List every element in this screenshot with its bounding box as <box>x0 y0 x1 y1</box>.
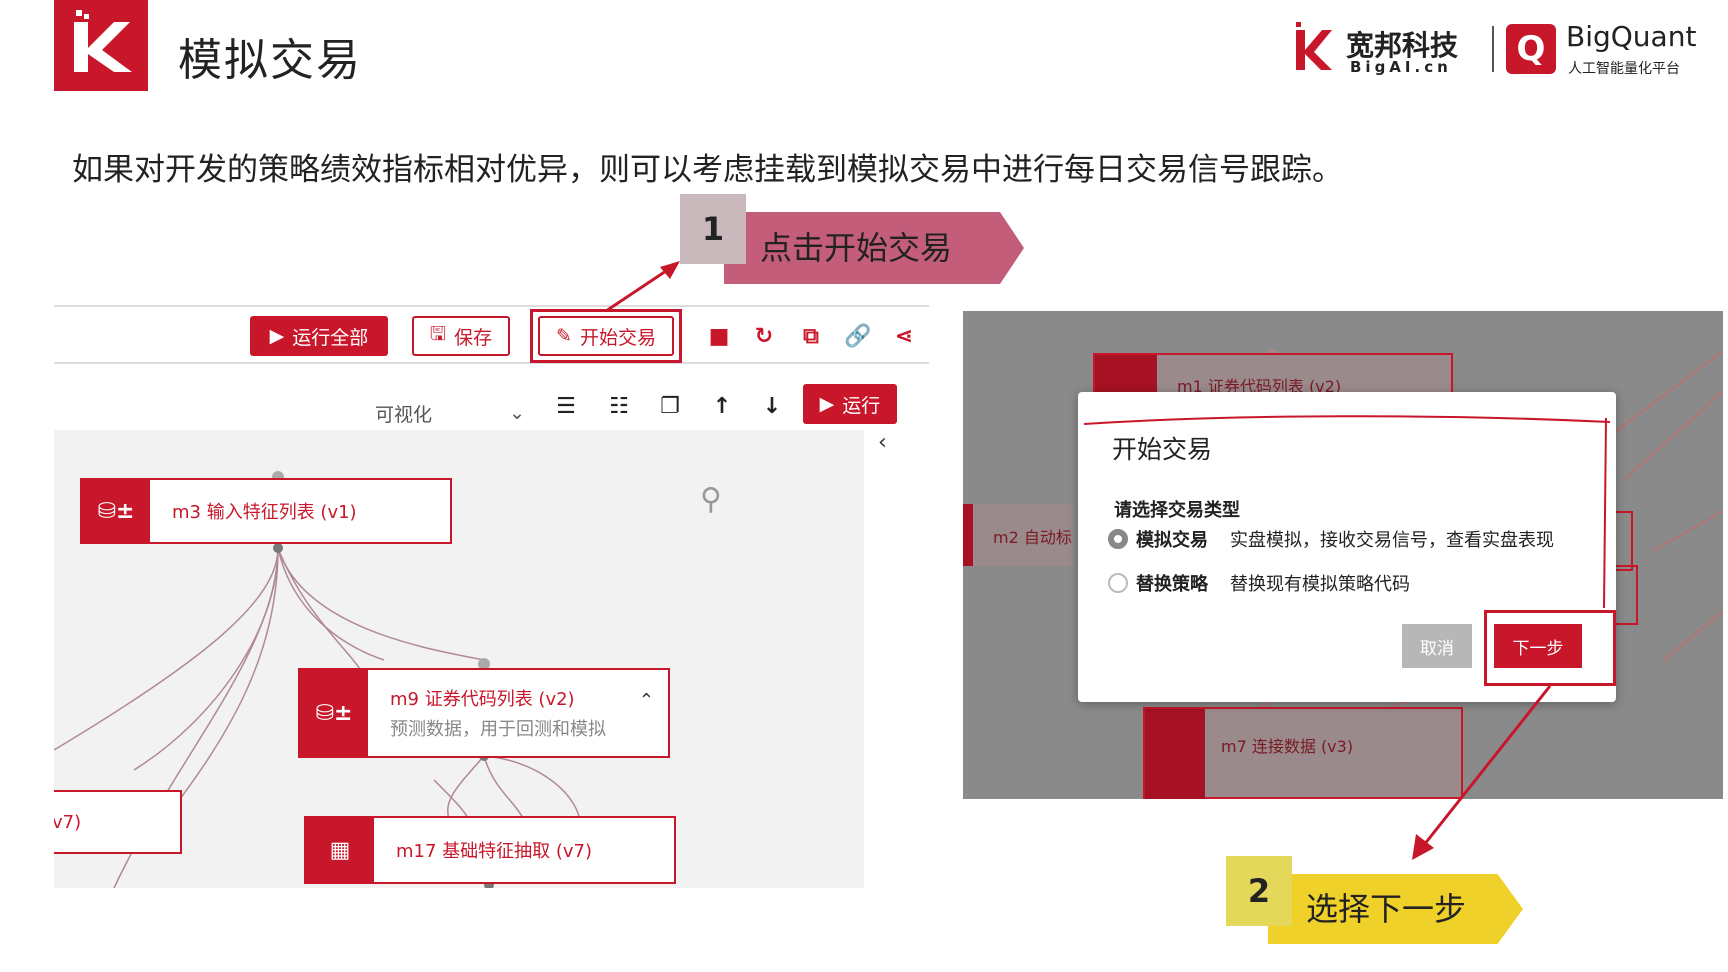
align-icon[interactable]: ☰ <box>552 392 580 420</box>
run-label: 运行 <box>842 394 881 417</box>
node-m9[interactable]: ⛁± m9 证券代码列表 (v2) 预测数据，用于回测和模拟 ⌃ <box>298 668 670 758</box>
node-m3-title: m3 输入特征列表 (v1) <box>172 502 357 523</box>
workflow-canvas[interactable]: ⛁± m3 输入特征列表 (v1) ⛁± m9 证券代码列表 (v2) 预测数据… <box>54 430 864 888</box>
logo <box>54 0 148 91</box>
paste-icon[interactable]: ❐ <box>656 392 684 420</box>
play-icon: ▶ <box>819 393 835 415</box>
step2-number: 2 <box>1226 856 1292 926</box>
step2-arrow <box>1412 685 1552 860</box>
view-select[interactable]: 可视化 ⌄ <box>375 398 525 428</box>
refresh-icon[interactable]: ↻ <box>750 322 778 350</box>
arrow-down-icon[interactable]: ↓ <box>758 392 786 420</box>
bigquant-logo-icon: Q <box>1506 24 1556 74</box>
copy-icon[interactable]: ⧉ <box>797 322 825 350</box>
plug-icon: ✎ <box>556 325 572 347</box>
node-partial[interactable]: v7) <box>54 790 182 854</box>
bg-node-m2: m2 自动标 <box>963 504 1073 566</box>
run-button[interactable]: ▶ 运行 <box>803 384 897 424</box>
step1-callout: 点击开始交易 <box>724 212 1024 284</box>
step1-label: 点击开始交易 <box>760 229 953 267</box>
brand-divider <box>1492 26 1494 72</box>
step2-callout: 选择下一步 <box>1268 874 1523 944</box>
search-icon[interactable]: ⚲ <box>700 482 722 517</box>
brand-k-icon <box>1296 22 1332 70</box>
bg-node-m7-title: m7 连接数据 (v3) <box>1221 737 1354 756</box>
feature-extract-icon: ▦ <box>306 818 374 882</box>
node-m9-title: m9 证券代码列表 (v2) <box>390 689 575 710</box>
layout-icon[interactable]: ☷ <box>605 392 633 420</box>
next-button-highlight <box>1484 610 1616 686</box>
view-select-value: 可视化 <box>375 403 433 426</box>
bigquant-sub: 人工智能量化平台 <box>1568 61 1680 77</box>
intro-text: 如果对开发的策略绩效指标相对优异，则可以考虑挂载到模拟交易中进行每日交易信号跟踪… <box>72 152 1343 188</box>
database-add-icon: ⛁± <box>300 670 368 756</box>
collapse-chevron-icon[interactable]: ‹ <box>878 430 887 455</box>
start-trade-button[interactable]: ✎ 开始交易 <box>538 316 674 356</box>
play-icon: ▶ <box>269 325 285 347</box>
k-logo-icon <box>74 10 132 72</box>
run-all-button[interactable]: ▶ 运行全部 <box>250 316 388 356</box>
start-trade-label: 开始交易 <box>579 326 656 349</box>
step1-arrow <box>605 261 680 313</box>
database-add-icon: ⛁± <box>82 480 150 542</box>
bigquant-name: BigQuant <box>1566 20 1697 53</box>
save-button[interactable]: 🖫 保存 <box>412 316 510 356</box>
node-m17[interactable]: ▦ m17 基础特征抽取 (v7) <box>304 816 676 884</box>
share-icon[interactable]: ⋖ <box>890 322 918 350</box>
chevron-down-icon: ⌄ <box>509 402 525 424</box>
save-label: 保存 <box>454 326 493 349</box>
toolbar-bottom-border <box>54 362 929 364</box>
save-icon: 🖫 <box>429 323 447 345</box>
node-m17-title: m17 基础特征抽取 (v7) <box>396 841 593 862</box>
page-title: 模拟交易 <box>178 35 362 86</box>
link-icon[interactable]: 🔗 <box>844 322 872 350</box>
run-all-label: 运行全部 <box>292 326 369 349</box>
bg-node-m2-title: m2 自动标 <box>993 528 1072 547</box>
brand-sub: BigAI.cn <box>1350 58 1452 76</box>
toolbar-top-border <box>54 305 929 307</box>
node-m3[interactable]: ⛁± m3 输入特征列表 (v1) <box>80 478 452 544</box>
node-partial-title: v7) <box>54 811 82 833</box>
step2-label: 选择下一步 <box>1306 890 1467 928</box>
chevron-up-icon[interactable]: ⌃ <box>639 690 654 711</box>
stop-icon[interactable]: ■ <box>705 322 733 350</box>
step1-number: 1 <box>680 194 746 264</box>
arrow-up-icon[interactable]: ↑ <box>708 392 736 420</box>
node-m9-subtitle: 预测数据，用于回测和模拟 <box>390 719 606 740</box>
brand: 宽邦科技 BigAI.cn Q BigQuant 人工智能量化平台 <box>1292 20 1712 80</box>
join-data-icon <box>1145 709 1205 799</box>
